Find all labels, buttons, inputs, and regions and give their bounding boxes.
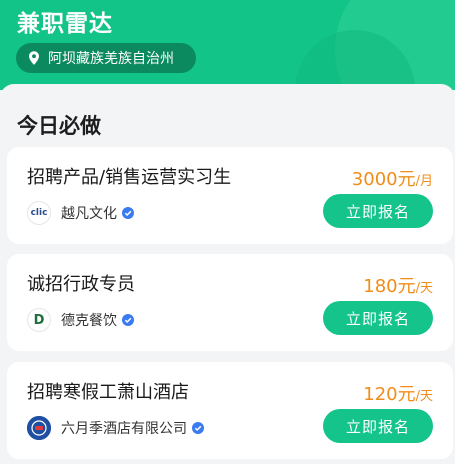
- company-name: 越凡文化: [61, 206, 117, 222]
- job-title: 招聘寒假工萧山酒店: [27, 382, 189, 403]
- company-logo: [27, 416, 51, 440]
- salary-unit: /天: [415, 281, 433, 296]
- salary-amount: 180元: [363, 276, 416, 297]
- location-pin-icon: [29, 51, 39, 65]
- company-logo: D: [27, 308, 51, 332]
- verified-badge-icon: [122, 207, 134, 219]
- company-info: 六月季酒店有限公司: [27, 416, 204, 440]
- app-title: 兼职雷达: [17, 11, 113, 37]
- verified-badge-icon: [192, 422, 204, 434]
- apply-button[interactable]: 立即报名: [323, 194, 433, 228]
- salary-amount: 3000元: [351, 169, 416, 190]
- salary-amount: 120元: [363, 384, 416, 405]
- job-card[interactable]: 招聘产品/销售运营实习生 3000元/月 clic 越凡文化 立即报名: [7, 147, 453, 244]
- hotel-logo-icon: [27, 416, 51, 440]
- header-banner: 兼职雷达 阿坝藏族羌族自治州: [0, 0, 455, 90]
- apply-button[interactable]: 立即报名: [323, 301, 433, 335]
- verified-badge-icon: [122, 314, 134, 326]
- salary-unit: /月: [415, 174, 433, 189]
- apply-button[interactable]: 立即报名: [323, 409, 433, 443]
- job-salary: 3000元/月: [352, 165, 433, 191]
- job-title: 招聘产品/销售运营实习生: [27, 167, 232, 188]
- job-card[interactable]: 诚招行政专员 180元/天 D 德克餐饮 立即报名: [7, 254, 453, 351]
- job-salary: 120元/天: [363, 380, 433, 406]
- salary-unit: /天: [415, 389, 433, 404]
- section-title: 今日必做: [17, 114, 101, 138]
- job-salary: 180元/天: [363, 272, 433, 298]
- company-name: 德克餐饮: [61, 313, 117, 329]
- company-logo: clic: [27, 201, 51, 225]
- company-info: D 德克餐饮: [27, 308, 134, 332]
- location-label: 阿坝藏族羌族自治州: [48, 51, 174, 67]
- job-card[interactable]: 招聘寒假工萧山酒店 120元/天 六月季酒店有限公司 立即报名: [7, 362, 453, 459]
- company-name: 六月季酒店有限公司: [61, 421, 187, 437]
- location-selector[interactable]: 阿坝藏族羌族自治州: [16, 43, 196, 73]
- company-info: clic 越凡文化: [27, 201, 134, 225]
- job-title: 诚招行政专员: [27, 274, 135, 295]
